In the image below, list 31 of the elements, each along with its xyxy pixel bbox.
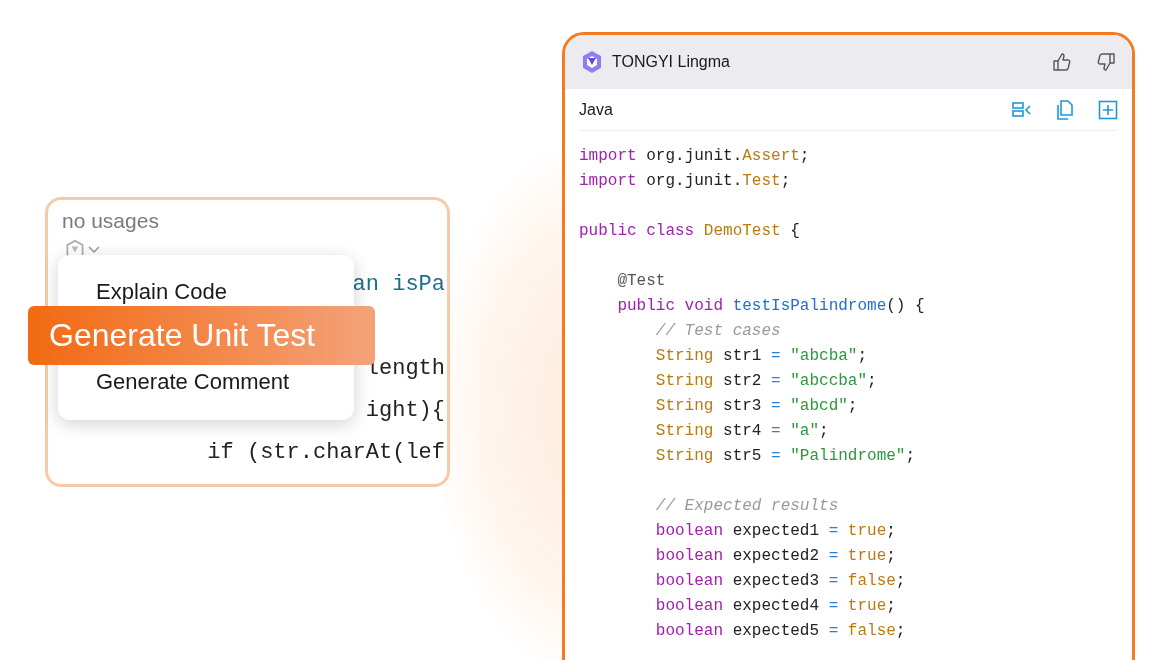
code-line: boolean expected2 = true;	[654, 546, 897, 567]
code-line: boolean expected5 = false;	[654, 621, 907, 642]
code-line: boolean expected3 = false;	[654, 571, 907, 592]
code-line: String str3 = "abcd";	[654, 396, 859, 417]
code-line: // Expected results	[654, 496, 840, 517]
panel-title: TONGYI Lingma	[612, 52, 730, 72]
code-line: public class DemoTest {	[579, 221, 801, 242]
code-line: String str1 = "abcba";	[654, 346, 869, 367]
insert-icon[interactable]	[1012, 100, 1032, 119]
menu-item[interactable]: Explain Code	[58, 275, 354, 309]
code-line: an isPa	[352, 271, 445, 299]
code-line: String str5 = "Palindrome";	[654, 446, 917, 467]
code-line: String str4 = "a";	[654, 421, 830, 442]
add-file-icon[interactable]	[1098, 99, 1118, 120]
code-line: boolean expected1 = true;	[654, 521, 897, 542]
code-line: import org.junit.Assert;	[579, 146, 811, 167]
code-line: public void testIsPalindrome() {	[616, 296, 926, 317]
code-line: import org.junit.Test;	[579, 171, 792, 192]
thumbs-up-icon[interactable]	[1052, 52, 1072, 72]
code-line: // Test cases	[654, 321, 782, 342]
code-line: ight){	[365, 397, 445, 425]
code-line: if (str.charAt(lef	[207, 439, 445, 467]
copy-icon[interactable]	[1056, 99, 1074, 120]
code-line: String str2 = "abccba";	[654, 371, 878, 392]
thumbs-down-icon[interactable]	[1096, 52, 1116, 72]
usage-hint: no usages	[61, 208, 160, 234]
code-line: @Test	[616, 271, 667, 292]
language-label: Java	[579, 99, 613, 120]
code-line: boolean expected4 = true;	[654, 596, 897, 617]
menu-item[interactable]: Generate Comment	[58, 365, 354, 399]
chevron-down-icon	[88, 246, 100, 254]
